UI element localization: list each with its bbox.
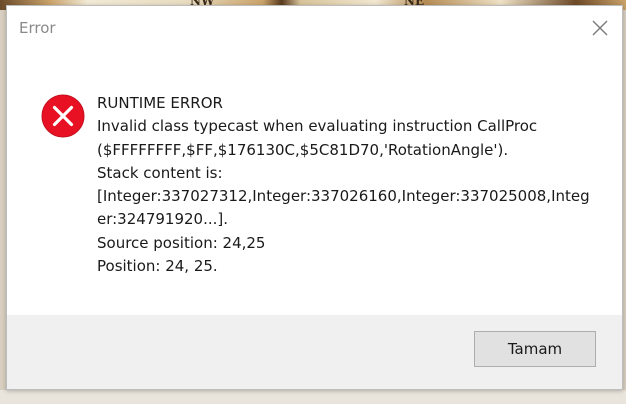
close-icon [592, 20, 608, 36]
error-circle-x-icon [41, 94, 85, 138]
dialog-footer: Tamam [7, 315, 622, 389]
message-line: Source position: 24,25 [97, 233, 266, 252]
ok-button[interactable]: Tamam [474, 331, 596, 367]
background-desktop [0, 390, 626, 404]
close-button[interactable] [588, 16, 612, 40]
error-message: RUNTIME ERROR Invalid class typecast whe… [97, 92, 597, 278]
dialog-content: RUNTIME ERROR Invalid class typecast whe… [7, 52, 622, 315]
message-line: Invalid class typecast when evaluating i… [97, 117, 538, 136]
message-line: [Integer:337027312,Integer:337026160,Int… [97, 187, 590, 206]
message-line: Stack content is: [97, 163, 223, 182]
message-line: ($FFFFFFFF,$FF,$176130C,$5C81D70,'Rotati… [97, 140, 509, 159]
error-dialog: Error RUNTIME ERROR Invalid class typeca… [6, 5, 623, 390]
message-line-heading: RUNTIME ERROR [97, 94, 223, 112]
message-line: Position: 24, 25. [97, 257, 218, 276]
title-bar[interactable]: Error [7, 6, 622, 52]
dialog-title: Error [19, 19, 56, 37]
message-line: er:324791920...]. [97, 210, 229, 229]
